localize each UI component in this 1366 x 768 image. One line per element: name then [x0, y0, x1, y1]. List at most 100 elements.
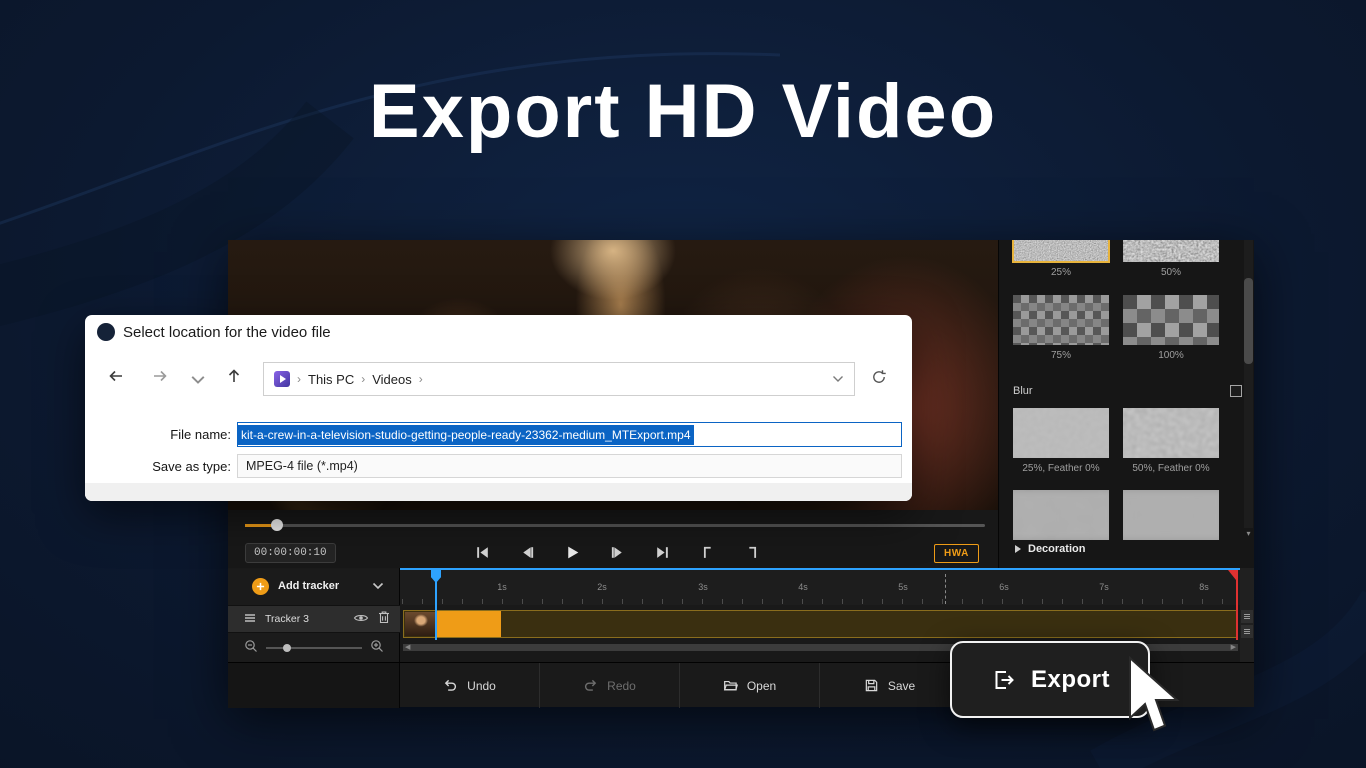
zoom-in-icon[interactable] [370, 639, 384, 658]
blur-effect-extra-2[interactable] [1123, 490, 1219, 540]
mosaic-50-thumbnail[interactable] [1123, 240, 1219, 262]
decoration-section-header[interactable]: Decoration [1015, 543, 1085, 555]
redo-icon [585, 679, 597, 691]
export-button[interactable]: Export [950, 641, 1150, 718]
end-marker-line[interactable] [1236, 570, 1238, 640]
up-arrow-icon[interactable] [225, 367, 243, 385]
redo-label: Redo [607, 678, 636, 693]
ruler-tick: 8s [1199, 582, 1209, 592]
blur-effect-25[interactable]: 25%, Feather 0% [1013, 408, 1109, 474]
breadcrumb-videos[interactable]: Videos [372, 372, 412, 387]
seek-handle[interactable] [271, 519, 283, 531]
dialog-app-icon [97, 323, 115, 341]
ruler-dashed-marker [945, 574, 946, 604]
redo-button[interactable]: Redo [540, 663, 680, 708]
skip-end-button[interactable] [654, 544, 671, 561]
dialog-title: Select location for the video file [123, 323, 331, 341]
ruler-minor-ticks [402, 599, 1240, 604]
ruler-tick: 1s [497, 582, 507, 592]
undo-icon [444, 679, 457, 691]
address-dropdown-chevron-icon[interactable] [832, 375, 844, 383]
mosaic-25-thumbnail[interactable] [1012, 240, 1110, 263]
scroll-left-arrow-icon[interactable]: ◀ [405, 644, 410, 651]
toolbar-left-pad [228, 663, 400, 708]
dialog-footer [85, 483, 912, 501]
step-forward-button[interactable] [609, 544, 626, 561]
scroll-right-arrow-icon[interactable]: ▶ [1231, 644, 1236, 651]
ruler-tick: 6s [999, 582, 1009, 592]
save-disk-icon [865, 679, 878, 692]
hwa-badge[interactable]: HWA [934, 544, 979, 563]
export-button-label: Export [1030, 665, 1110, 693]
add-tracker-button[interactable]: Add tracker [228, 571, 400, 601]
effects-scrollbar[interactable] [1244, 240, 1253, 528]
open-button[interactable]: Open [680, 663, 820, 708]
blur-section-title: Blur [1013, 385, 1033, 397]
save-location-dialog: Select location for the video file › Thi… [85, 315, 912, 501]
skip-start-button[interactable] [474, 544, 491, 561]
mosaic-effect-50[interactable]: 50% [1123, 240, 1219, 278]
mosaic-effect-100[interactable]: 100% [1123, 295, 1219, 361]
seek-track[interactable] [245, 524, 985, 527]
app-location-icon [274, 371, 290, 387]
visibility-eye-icon[interactable] [353, 610, 369, 628]
undo-button[interactable]: Undo [400, 663, 540, 708]
file-name-label: File name: [170, 427, 231, 442]
blur-checkbox[interactable] [1230, 385, 1242, 397]
blur-25-thumbnail[interactable] [1013, 408, 1109, 458]
save-as-type-select[interactable]: MPEG-4 file (*.mp4) [237, 454, 902, 478]
play-button[interactable] [564, 544, 581, 561]
tracker-clip-lane[interactable] [403, 610, 1238, 638]
file-name-input[interactable]: kit-a-crew-in-a-television-studio-gettin… [237, 422, 902, 447]
open-folder-icon [723, 680, 738, 691]
clip-active-segment[interactable] [437, 611, 501, 637]
address-bar[interactable]: › This PC › Videos › [263, 362, 855, 396]
history-chevron-icon[interactable] [189, 371, 207, 389]
step-back-button[interactable] [519, 544, 536, 561]
breadcrumb-this-pc[interactable]: This PC [308, 372, 354, 387]
transport-controls [474, 544, 761, 561]
timeline-ruler[interactable]: 1s 2s 3s 4s 5s 6s 7s 8s [400, 568, 1240, 605]
scrollbar-down-arrow-icon[interactable]: ▾ [1244, 530, 1253, 538]
file-name-selected-text: kit-a-crew-in-a-television-studio-gettin… [238, 424, 694, 445]
zoom-slider-handle[interactable] [283, 644, 292, 652]
open-label: Open [746, 678, 777, 693]
breadcrumb-separator: › [418, 372, 423, 386]
end-marker-flag [1228, 570, 1236, 580]
blur-effect-50[interactable]: 50%, Feather 0% [1123, 408, 1219, 474]
effect-label: 25%, Feather 0% [1022, 463, 1100, 474]
track-options-button[interactable] [1241, 610, 1253, 623]
mosaic-100-thumbnail[interactable] [1123, 295, 1219, 345]
save-as-type-row: Save as type: MPEG-4 file (*.mp4) [85, 454, 912, 478]
forward-arrow-icon[interactable] [151, 367, 169, 385]
back-arrow-icon[interactable] [107, 367, 125, 385]
mark-out-button[interactable] [744, 544, 761, 561]
blur-heavy-thumbnail[interactable] [1123, 490, 1219, 540]
tracker-row-header[interactable]: Tracker 3 [228, 605, 400, 633]
track-options-button-2[interactable] [1241, 625, 1253, 638]
zoom-slider[interactable] [266, 644, 362, 652]
mosaic-75-thumbnail[interactable] [1013, 295, 1109, 345]
effects-scrollbar-thumb[interactable] [1244, 278, 1253, 364]
mosaic-effect-75[interactable]: 75% [1013, 295, 1109, 361]
blur-effect-extra-1[interactable] [1013, 490, 1109, 540]
mark-in-button[interactable] [699, 544, 716, 561]
blur-heavy-thumbnail[interactable] [1013, 490, 1109, 540]
mosaic-effect-25[interactable]: 25% [1012, 240, 1110, 278]
chevron-right-icon [1015, 545, 1021, 553]
playhead-line [435, 570, 437, 640]
delete-trash-icon[interactable] [378, 610, 390, 629]
save-button[interactable]: Save [820, 663, 960, 708]
tracker-name: Tracker 3 [265, 613, 309, 625]
blur-50-thumbnail[interactable] [1123, 408, 1219, 458]
drag-handle-icon[interactable] [244, 610, 256, 628]
chevron-down-icon[interactable] [372, 577, 384, 595]
save-as-type-label: Save as type: [152, 458, 231, 474]
timeline-zoom-controls [228, 636, 400, 660]
zoom-out-icon[interactable] [244, 639, 258, 658]
transport-row: 00:00:00:10 HWA [228, 540, 998, 568]
refresh-icon[interactable] [871, 369, 887, 385]
effect-label: 50%, Feather 0% [1132, 463, 1210, 474]
effect-label: 100% [1158, 350, 1184, 361]
plus-icon [252, 577, 269, 595]
